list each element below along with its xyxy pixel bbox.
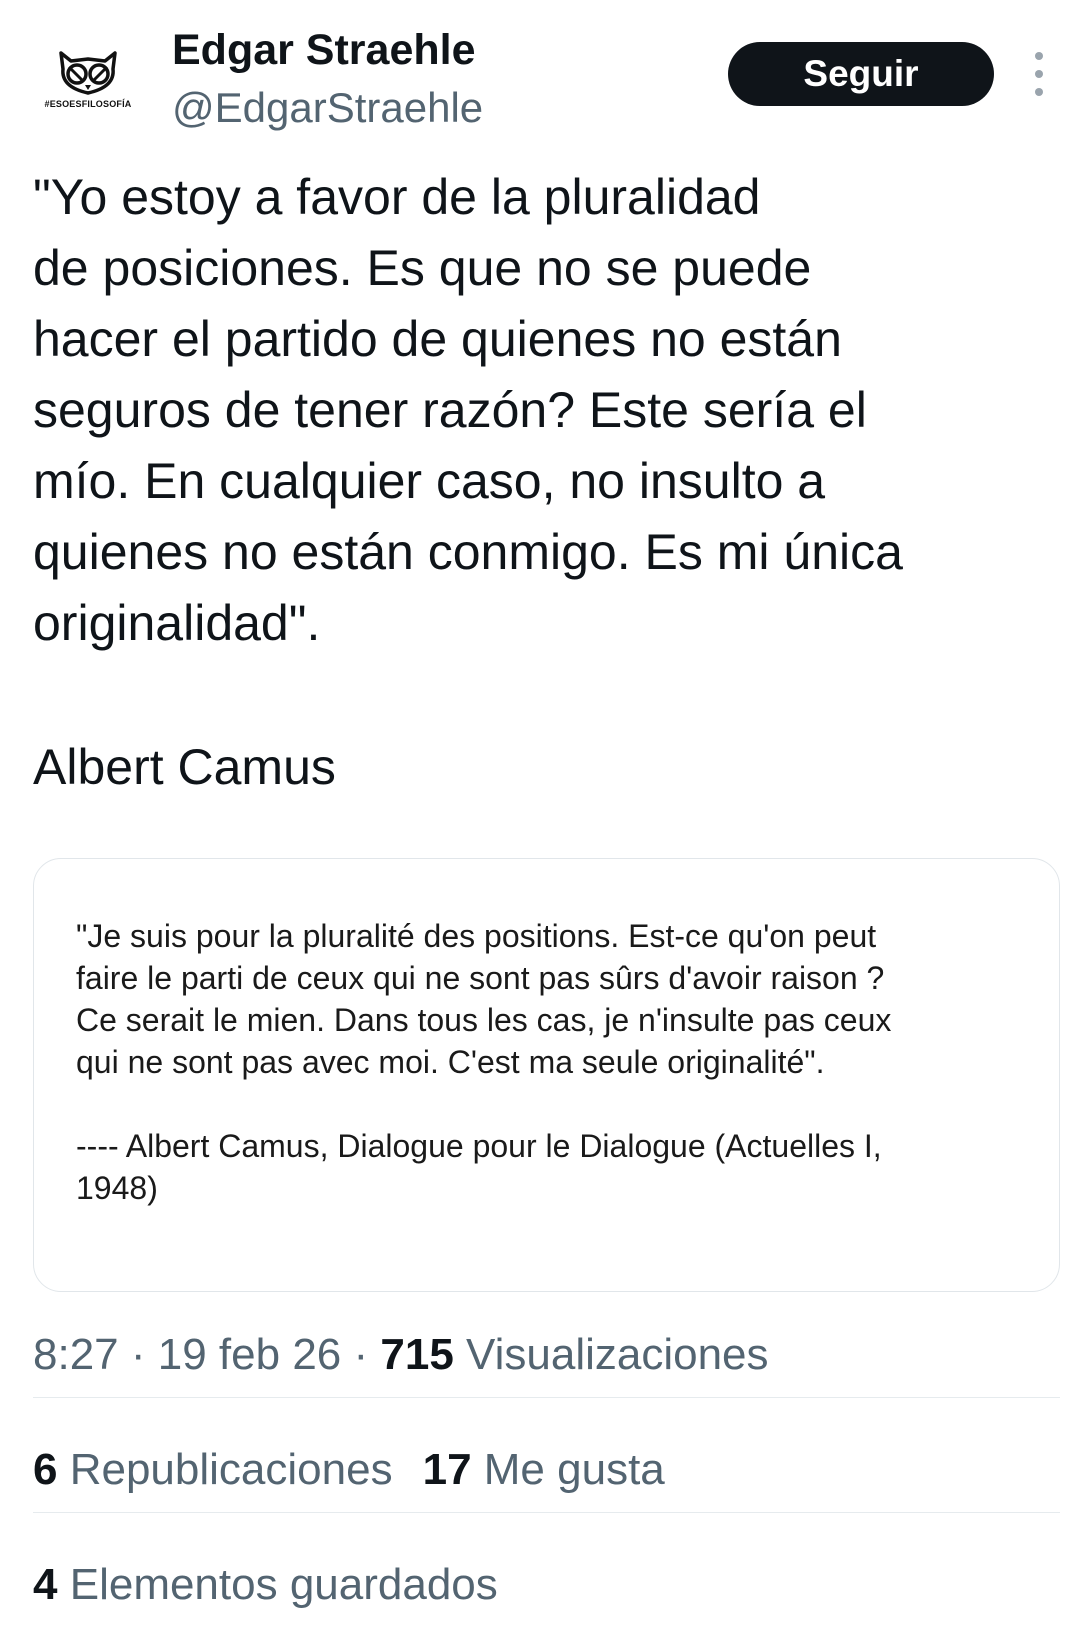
more-dot <box>1035 52 1043 60</box>
tweet-meta: 8:27 · 19 feb 26 · 715 Visualizaciones <box>33 1330 769 1380</box>
more-dot <box>1035 88 1043 96</box>
author-name[interactable]: Edgar Straehle <box>172 26 476 75</box>
tweet-time[interactable]: 8:27 <box>33 1330 119 1379</box>
tweet-text-line: seguros de tener razón? Este sería el <box>33 382 867 438</box>
tweet-text-line: hacer el partido de quienes no están <box>33 311 842 367</box>
more-dot <box>1035 70 1043 78</box>
bookmarks-stat[interactable]: 4 Elementos guardados <box>33 1560 498 1609</box>
tweet-text-line: quienes no están conmigo. Es mi única <box>33 524 903 580</box>
media-quote-line: Ce serait le mien. Dans tous les cas, je… <box>76 1002 892 1038</box>
avatar[interactable]: #ESOESFILOSOFÍA <box>40 30 136 126</box>
engagement-row: 6 Republicaciones 17 Me gusta <box>33 1445 665 1495</box>
tweet-text: "Yo estoy a favor de la pluralidad de po… <box>33 162 1043 659</box>
tweet-text-line: "Yo estoy a favor de la pluralidad <box>33 169 761 225</box>
media-quote-line: faire le parti de ceux qui ne sont pas s… <box>76 960 885 996</box>
likes-label: Me gusta <box>483 1445 665 1494</box>
media-image-card[interactable]: "Je suis pour la pluralité des positions… <box>33 858 1060 1292</box>
more-vertical-icon[interactable] <box>1024 52 1054 96</box>
media-quote-line: "Je suis pour la pluralité des positions… <box>76 918 877 954</box>
reposts-stat[interactable]: 6 Republicaciones <box>33 1445 393 1494</box>
likes-count: 17 <box>422 1445 472 1494</box>
bookmarks-count: 4 <box>33 1560 58 1609</box>
tweet-header: #ESOESFILOSOFÍA Edgar Straehle @EdgarStr… <box>0 0 1080 140</box>
reposts-label: Republicaciones <box>69 1445 393 1494</box>
author-handle[interactable]: @EdgarStraehle <box>172 84 483 132</box>
tweet-text-line: de posiciones. Es que no se puede <box>33 240 812 296</box>
follow-button[interactable]: Seguir <box>728 42 994 106</box>
meta-separator: · <box>130 1330 146 1379</box>
owl-logo-icon <box>59 51 117 95</box>
likes-stat[interactable]: 17 Me gusta <box>423 1445 665 1494</box>
bookmarks-row: 4 Elementos guardados <box>33 1560 498 1610</box>
media-quote-line: qui ne sont pas avec moi. C'est ma seule… <box>76 1044 825 1080</box>
tweet-text-line: originalidad". <box>33 595 321 651</box>
media-source-line: 1948) <box>76 1170 158 1206</box>
views-label: Visualizaciones <box>466 1330 769 1379</box>
meta-separator: · <box>353 1330 369 1379</box>
reposts-count: 6 <box>33 1445 58 1494</box>
media-spacer <box>76 1083 1036 1125</box>
divider <box>33 1397 1060 1398</box>
bookmarks-label: Elementos guardados <box>69 1560 498 1609</box>
tweet-text-line: mío. En cualquier caso, no insulto a <box>33 453 826 509</box>
views-count: 715 <box>380 1330 454 1379</box>
tweet-date[interactable]: 19 feb 26 <box>158 1330 342 1379</box>
divider <box>33 1512 1060 1513</box>
media-source-line: ---- Albert Camus, Dialogue pour le Dial… <box>76 1128 882 1164</box>
tweet-signature: Albert Camus <box>33 739 336 795</box>
media-quote-text: "Je suis pour la pluralité des positions… <box>76 915 1036 1209</box>
avatar-tag: #ESOESFILOSOFÍA <box>44 99 132 109</box>
